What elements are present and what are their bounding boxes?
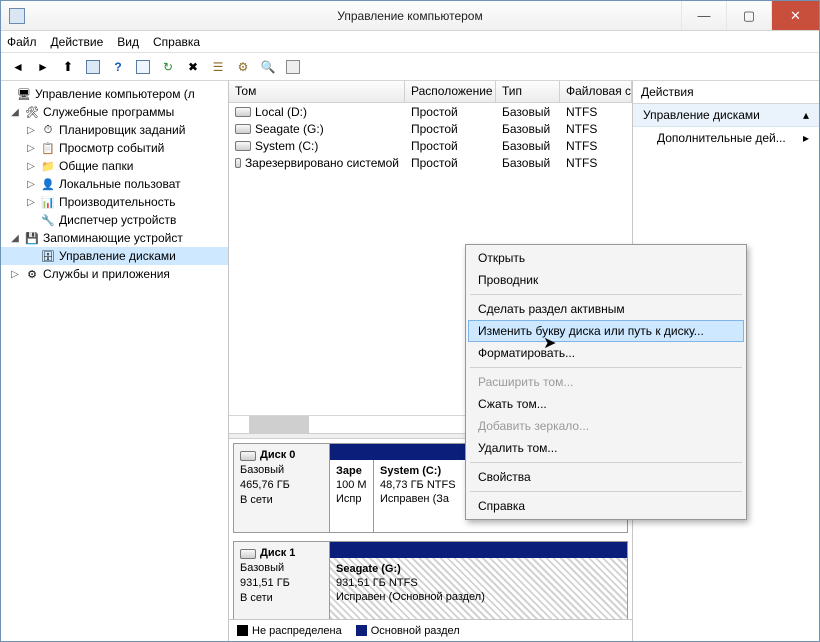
ctx-change-letter[interactable]: Изменить букву диска или путь к диску... [468,320,744,342]
ctx-mirror: Добавить зеркало... [468,415,744,437]
properties-icon[interactable]: ☰ [207,56,229,78]
minimize-button[interactable]: — [681,1,726,30]
computer-icon: 🖥 [16,86,32,102]
legend: Не распределена Основной раздел [229,619,632,641]
ctx-active[interactable]: Сделать раздел активным [468,298,744,320]
partition[interactable]: Заре100 МИспр [330,460,374,532]
diskmgmt-icon: 🗄 [40,248,56,264]
tree-scheduler[interactable]: Планировщик заданий [59,123,185,137]
menu-help[interactable]: Справка [153,35,200,49]
menubar: Файл Действие Вид Справка [1,31,819,53]
disk-strip [330,542,627,558]
col-volume[interactable]: Том [229,81,405,102]
disk-icon [240,549,256,559]
ctx-props[interactable]: Свойства [468,466,744,488]
menu-view[interactable]: Вид [117,35,139,49]
forward-button[interactable]: ► [32,56,54,78]
disk-icon [240,451,256,461]
delete-icon[interactable]: ✖ [182,56,204,78]
tree-root[interactable]: Управление компьютером (л [35,87,195,101]
services-icon: ⚙ [24,266,40,282]
menu-file[interactable]: Файл [7,35,37,49]
views-button[interactable] [132,56,154,78]
disk-block[interactable]: Диск 1Базовый931,51 ГБВ сетиSeagate (G:)… [233,541,628,619]
chevron-right-icon: ▸ [803,131,809,145]
volume-list[interactable]: Local (D:) Простой Базовый NTFSSeagate (… [229,103,632,243]
drive-icon [235,124,251,134]
app-icon [9,8,25,24]
toolbar: ◄ ► ⬆ ? ↻ ✖ ☰ ⚙ 🔍 [1,53,819,81]
menu-action[interactable]: Действие [51,35,104,49]
legend-swatch-primary [356,625,367,636]
eventviewer-icon: 📋 [40,140,56,156]
legend-swatch-unalloc [237,625,248,636]
action-more[interactable]: Дополнительные дей... ▸ [633,127,819,149]
tree-storage[interactable]: Запоминающие устройст [43,231,183,245]
refresh-button[interactable]: ↻ [157,56,179,78]
action-category[interactable]: Управление дисками ▴ [633,104,819,127]
ctx-open[interactable]: Открыть [468,247,744,269]
tree-users[interactable]: Локальные пользоват [59,177,181,191]
drive-icon [235,107,251,117]
tree-sharedfolders[interactable]: Общие папки [59,159,133,173]
titlebar[interactable]: Управление компьютером — ▢ ✕ [1,1,819,31]
ctx-explorer[interactable]: Проводник [468,269,744,291]
ctx-delete[interactable]: Удалить том... [468,437,744,459]
volume-row[interactable]: Local (D:) Простой Базовый NTFS [229,103,632,120]
tools-icon: 🛠 [24,104,40,120]
tree-devicemgr[interactable]: Диспетчер устройств [59,213,176,227]
ctx-extend: Расширить том... [468,371,744,393]
col-fs[interactable]: Файловая сист [560,81,632,102]
perf-icon: 📊 [40,194,56,210]
tree-services[interactable]: Службы и приложения [43,267,170,281]
back-button[interactable]: ◄ [7,56,29,78]
extra-button[interactable] [282,56,304,78]
sharedfolders-icon: 📁 [40,158,56,174]
scheduler-icon: ⏱ [40,122,56,138]
zoom-icon[interactable]: 🔍 [257,56,279,78]
tree-system-tools[interactable]: Служебные программы [43,105,174,119]
disk-info: Диск 0Базовый465,76 ГБВ сети [234,444,330,532]
volume-list-header[interactable]: Том Расположение Тип Файловая сист [229,81,632,103]
partition[interactable]: System (C:)48,73 ГБ NTFSИсправен (За [374,460,470,532]
users-icon: 👤 [40,176,56,192]
close-button[interactable]: ✕ [771,1,819,30]
tree-perf[interactable]: Производительность [59,195,175,209]
volume-row[interactable]: Зарезервировано системой Простой Базовый… [229,154,632,171]
ctx-format[interactable]: Форматировать... [468,342,744,364]
maximize-button[interactable]: ▢ [726,1,771,30]
show-tree-button[interactable] [82,56,104,78]
devicemgr-icon: 🔧 [40,212,56,228]
disk-info: Диск 1Базовый931,51 ГБВ сети [234,542,330,619]
storage-icon: 💾 [24,230,40,246]
window-title: Управление компьютером [337,9,482,23]
ctx-shrink[interactable]: Сжать том... [468,393,744,415]
col-type[interactable]: Тип [496,81,560,102]
nav-tree[interactable]: 🖥Управление компьютером (л ◢🛠Служебные п… [1,81,229,641]
collapse-icon: ▴ [803,108,809,122]
drive-icon [235,158,241,168]
col-layout[interactable]: Расположение [405,81,496,102]
volume-row[interactable]: System (C:) Простой Базовый NTFS [229,137,632,154]
volume-row[interactable]: Seagate (G:) Простой Базовый NTFS [229,120,632,137]
ctx-help[interactable]: Справка [468,495,744,517]
settings-icon[interactable]: ⚙ [232,56,254,78]
help-icon[interactable]: ? [107,56,129,78]
context-menu: Открыть Проводник Сделать раздел активны… [465,244,747,520]
partition[interactable]: Seagate (G:)931,51 ГБ NTFSИсправен (Осно… [330,558,627,619]
drive-icon [235,141,251,151]
actions-header: Действия [633,81,819,104]
tree-diskmgmt[interactable]: Управление дисками [59,249,176,263]
tree-eventviewer[interactable]: Просмотр событий [59,141,164,155]
up-button[interactable]: ⬆ [57,56,79,78]
